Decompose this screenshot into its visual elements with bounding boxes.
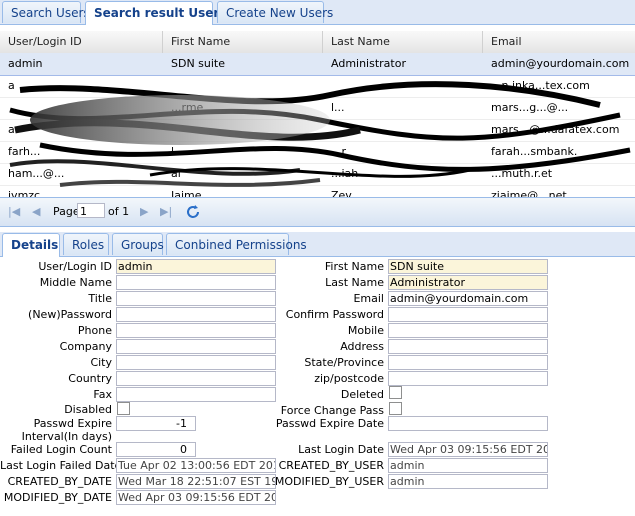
mobile-field[interactable] bbox=[388, 323, 548, 338]
label-address: Address bbox=[340, 340, 384, 353]
cell-login: admin bbox=[8, 57, 43, 70]
column-header-last-name[interactable]: Last Name bbox=[323, 31, 483, 53]
created-by-user-field: admin bbox=[388, 458, 548, 473]
refresh-icon[interactable] bbox=[185, 204, 201, 220]
detail-tab-strip: Details Roles Groups Conbined Permission… bbox=[0, 232, 635, 257]
label-phone: Phone bbox=[77, 324, 112, 337]
passwd-expire-interval-field[interactable]: -1 bbox=[116, 416, 196, 431]
label-middle-name: Middle Name bbox=[39, 276, 112, 289]
middle-name-field[interactable] bbox=[116, 275, 276, 290]
redaction-scribble bbox=[9, 81, 631, 187]
new-password-field[interactable] bbox=[116, 307, 276, 322]
label-first-name: First Name bbox=[324, 260, 384, 273]
city-field[interactable] bbox=[116, 355, 276, 370]
label-country: Country bbox=[68, 372, 112, 385]
prev-page-icon[interactable]: ◀ bbox=[32, 205, 40, 218]
label-deleted: Deleted bbox=[340, 388, 384, 401]
address-field[interactable] bbox=[388, 339, 548, 354]
tab-search-result-users[interactable]: Search result Users bbox=[85, 1, 227, 25]
label-last-login-date: Last Login Date bbox=[298, 443, 384, 456]
label-city: City bbox=[90, 356, 112, 369]
created-by-date-field: Wed Mar 18 22:51:07 EST 1970 bbox=[116, 474, 276, 489]
zip-postcode-field[interactable] bbox=[388, 371, 548, 386]
fax-field[interactable] bbox=[116, 387, 276, 402]
label-last-login-failed-date: Last Login Failed Date bbox=[0, 459, 122, 472]
tab-search-users[interactable]: Search Users bbox=[2, 1, 90, 23]
label-title: Title bbox=[88, 292, 112, 305]
tab-groups[interactable]: Groups bbox=[112, 233, 164, 255]
page-count-label: of 1 bbox=[108, 205, 130, 218]
company-field[interactable] bbox=[116, 339, 276, 354]
last-name-field[interactable]: Administrator bbox=[388, 275, 548, 290]
state-province-field[interactable] bbox=[388, 355, 548, 370]
phone-field[interactable] bbox=[116, 323, 276, 338]
label-failed-login-count: Failed Login Count bbox=[10, 443, 112, 456]
label-new-password: (New)Password bbox=[28, 308, 112, 321]
confirm-password-field[interactable] bbox=[388, 307, 548, 322]
label-passwd-expire-date: Passwd Expire Date bbox=[275, 417, 384, 430]
paging-toolbar: |◀ ◀ Page 1 of 1 ▶ ▶| bbox=[0, 197, 635, 227]
cell-last-name: Administrator bbox=[331, 57, 406, 70]
failed-login-count-field[interactable]: 0 bbox=[116, 442, 196, 457]
label-state-province: State/Province bbox=[304, 356, 384, 369]
last-page-icon[interactable]: ▶| bbox=[160, 205, 172, 218]
page-number-input[interactable]: 1 bbox=[77, 203, 105, 218]
table-row[interactable]: admin SDN suite Administrator admin@your… bbox=[0, 53, 635, 76]
title-field[interactable] bbox=[116, 291, 276, 306]
grid-header: User/Login ID First Name Last Name Email bbox=[0, 31, 635, 54]
label-confirm-password: Confirm Password bbox=[285, 308, 384, 321]
label-modified-by-user: MODIFIED_BY_USER bbox=[274, 475, 384, 488]
first-name-field[interactable]: SDN suite bbox=[388, 259, 548, 274]
label-force-change-pass: Force Change Pass bbox=[280, 404, 384, 417]
tab-roles[interactable]: Roles bbox=[63, 233, 109, 255]
cell-email: admin@yourdomain.com bbox=[491, 57, 630, 70]
label-company: Company bbox=[59, 340, 112, 353]
label-created-by-user: CREATED_BY_USER bbox=[278, 459, 384, 472]
column-header-first-name[interactable]: First Name bbox=[163, 31, 323, 53]
top-tab-strip: Search Users Search result Users Create … bbox=[0, 0, 635, 25]
label-email: Email bbox=[353, 292, 384, 305]
force-change-pass-checkbox[interactable] bbox=[389, 402, 402, 415]
label-passwd-expire: Passwd Expire bbox=[33, 417, 112, 430]
label-modified-by-date: MODIFIED_BY_DATE bbox=[3, 491, 112, 504]
tab-create-new-users[interactable]: Create New Users bbox=[217, 1, 333, 23]
passwd-expire-date-field[interactable] bbox=[388, 416, 548, 431]
label-created-by-date: CREATED_BY_DATE bbox=[7, 475, 112, 488]
last-login-failed-date-field: Tue Apr 02 13:00:56 EDT 2013 bbox=[116, 458, 276, 473]
tab-details[interactable]: Details bbox=[2, 233, 60, 257]
next-page-icon[interactable]: ▶ bbox=[140, 205, 148, 218]
label-mobile: Mobile bbox=[347, 324, 384, 337]
email-field[interactable]: admin@yourdomain.com bbox=[388, 291, 548, 306]
label-login-id: User/Login ID bbox=[38, 260, 112, 273]
label-zip-postcode: zip/postcode bbox=[314, 372, 384, 385]
modified-by-date-field: Wed Apr 03 09:15:56 EDT 2013 bbox=[116, 490, 276, 505]
page-label: Page bbox=[53, 205, 80, 218]
deleted-checkbox[interactable] bbox=[389, 386, 402, 399]
last-login-date-field: Wed Apr 03 09:15:56 EDT 2013 bbox=[388, 442, 548, 457]
disabled-checkbox[interactable] bbox=[117, 402, 130, 415]
label-fax: Fax bbox=[93, 388, 112, 401]
first-page-icon[interactable]: |◀ bbox=[8, 205, 20, 218]
modified-by-user-field: admin bbox=[388, 474, 548, 489]
login-id-field[interactable]: admin bbox=[116, 259, 276, 274]
column-header-email[interactable]: Email bbox=[483, 31, 635, 53]
label-last-name: Last Name bbox=[325, 276, 384, 289]
country-field[interactable] bbox=[116, 371, 276, 386]
label-passwd-expire-interval: Interval(In days) bbox=[21, 430, 112, 443]
column-header-login[interactable]: User/Login ID bbox=[0, 31, 163, 53]
tab-combined-permissions[interactable]: Conbined Permissions bbox=[166, 233, 307, 255]
label-disabled: Disabled bbox=[64, 403, 112, 416]
cell-first-name: SDN suite bbox=[171, 57, 226, 70]
